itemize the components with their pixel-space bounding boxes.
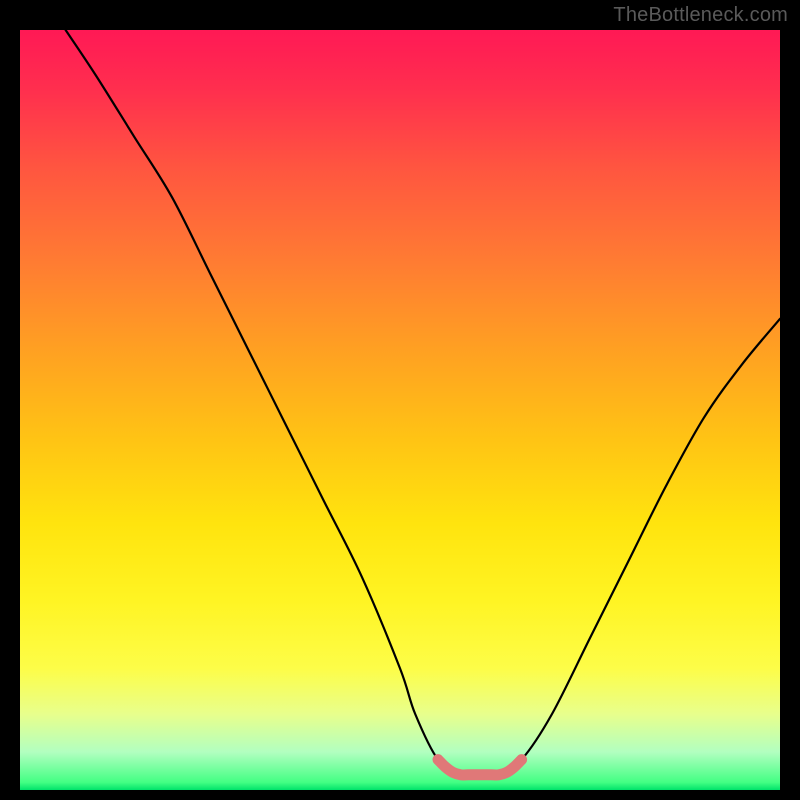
chart-frame: TheBottleneck.com (0, 0, 800, 800)
optimal-zone-highlight (438, 760, 522, 775)
curve-layer (20, 30, 780, 790)
bottleneck-curve (66, 30, 780, 776)
watermark-text: TheBottleneck.com (613, 4, 788, 27)
plot-area (20, 30, 780, 790)
